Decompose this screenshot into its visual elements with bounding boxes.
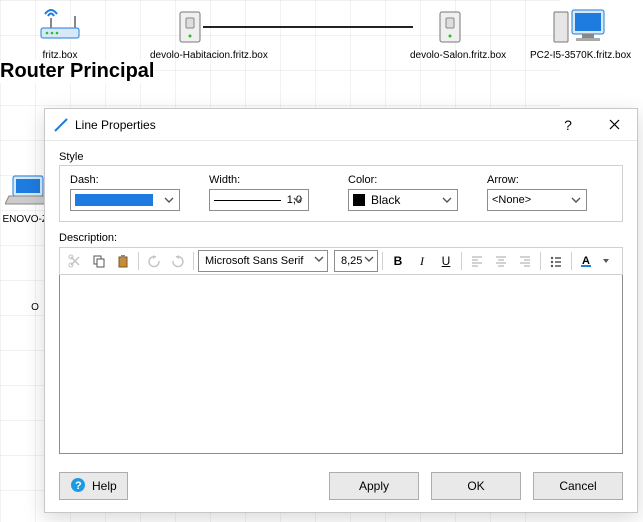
redo-button[interactable] <box>167 250 189 272</box>
chevron-down-icon <box>364 254 374 264</box>
width-combo[interactable]: 1,0 <box>209 189 309 211</box>
rich-text-toolbar: Microsoft Sans Serif 8,25 B I U <box>59 247 623 275</box>
svg-text:?: ? <box>75 480 82 492</box>
dash-combo[interactable] <box>70 189 180 211</box>
node-plc-left[interactable]: devolo-Habitacion.fritz.box <box>150 4 230 61</box>
italic-button[interactable]: I <box>411 250 433 272</box>
undo-button[interactable] <box>143 250 165 272</box>
width-value: 1,0 <box>287 194 304 206</box>
line-properties-dialog: Line Properties ? Style Dash: Width: <box>44 108 638 513</box>
color-label: Color: <box>348 174 473 186</box>
plc-adapter-icon <box>410 4 490 48</box>
chevron-down-icon <box>440 193 454 207</box>
dialog-title: Line Properties <box>75 118 156 132</box>
font-size-value: 8,25 <box>341 255 362 267</box>
copy-button[interactable] <box>88 250 110 272</box>
color-name: Black <box>371 193 400 207</box>
align-left-button[interactable] <box>466 250 488 272</box>
node-label: devolo-Salon.fritz.box <box>410 50 490 61</box>
arrow-label: Arrow: <box>487 174 612 186</box>
style-group-label: Style <box>59 151 623 163</box>
dash-label: Dash: <box>70 174 195 186</box>
description-label: Description: <box>59 232 623 244</box>
width-label: Width: <box>209 174 334 186</box>
color-swatch <box>353 194 365 206</box>
bold-button[interactable]: B <box>387 250 409 272</box>
help-label: Help <box>92 479 117 493</box>
font-color-dropdown[interactable] <box>600 250 612 272</box>
style-group: Dash: Width: 1,0 <box>59 165 623 222</box>
close-button[interactable] <box>591 109 637 141</box>
dialog-titlebar[interactable]: Line Properties ? <box>45 109 637 141</box>
selection-title: Router Principal <box>0 60 154 83</box>
node-router[interactable]: fritz.box <box>20 4 100 61</box>
color-combo[interactable]: Black <box>348 189 458 211</box>
font-size-combo[interactable]: 8,25 <box>334 250 378 272</box>
chevron-down-icon <box>569 193 583 207</box>
node-label: devolo-Habitacion.fritz.box <box>150 50 230 61</box>
arrow-value: <None> <box>492 194 531 206</box>
arrow-combo[interactable]: <None> <box>487 189 587 211</box>
cut-button[interactable] <box>64 250 86 272</box>
chevron-down-icon <box>314 254 324 264</box>
router-icon <box>20 4 100 48</box>
line-tool-icon <box>53 117 69 133</box>
align-center-button[interactable] <box>490 250 512 272</box>
chevron-down-icon <box>162 193 176 207</box>
titlebar-help-button[interactable]: ? <box>545 109 591 141</box>
font-family-value: Microsoft Sans Serif <box>205 255 303 267</box>
bullets-button[interactable] <box>545 250 567 272</box>
plc-adapter-icon <box>150 4 230 48</box>
help-icon: ? <box>70 477 86 496</box>
font-family-combo[interactable]: Microsoft Sans Serif <box>198 250 328 272</box>
node-label: PC2-I5-3570K.fritz.box <box>530 50 630 61</box>
font-color-button[interactable]: A <box>576 250 598 272</box>
paste-button[interactable] <box>112 250 134 272</box>
node-plc-right[interactable]: devolo-Salon.fritz.box <box>410 4 490 61</box>
apply-button[interactable]: Apply <box>329 472 419 500</box>
dialog-button-row: ? Help Apply OK Cancel <box>45 464 637 512</box>
dash-sample-solid <box>75 194 153 206</box>
cancel-button[interactable]: Cancel <box>533 472 623 500</box>
align-right-button[interactable] <box>514 250 536 272</box>
width-sample-line <box>214 200 281 201</box>
description-editor[interactable] <box>59 275 623 454</box>
help-button[interactable]: ? Help <box>59 472 128 500</box>
ok-button[interactable]: OK <box>431 472 521 500</box>
desktop-pc-icon <box>530 4 630 48</box>
connection-line[interactable] <box>203 26 413 28</box>
underline-button[interactable]: U <box>435 250 457 272</box>
node-pc[interactable]: PC2-I5-3570K.fritz.box <box>530 4 630 61</box>
